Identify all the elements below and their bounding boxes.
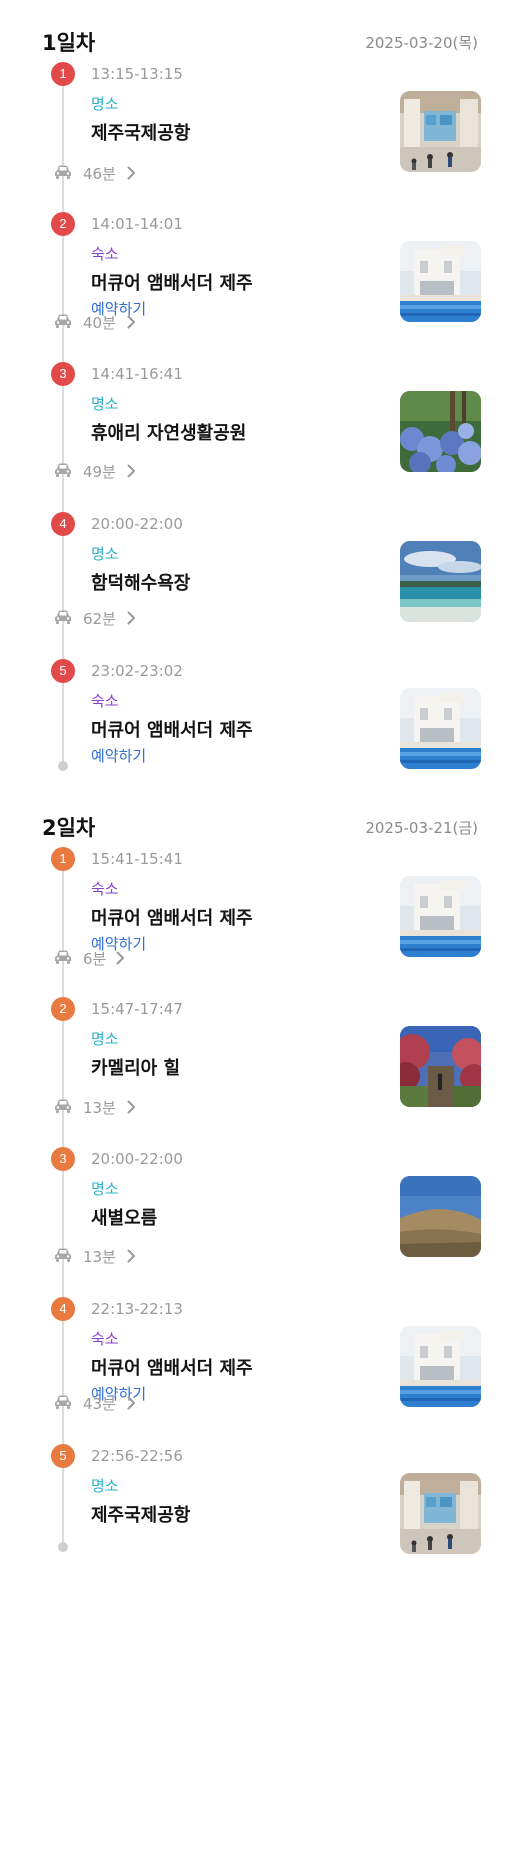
travel-segment[interactable]: 40분 [0, 310, 520, 334]
car-icon [54, 1247, 72, 1263]
travel-time: 43분 [83, 1395, 116, 1413]
day-section: 2일차 2025-03-21(금) 1 15:41-15:41 숙소 머큐어 앰배서더 제… [0, 800, 520, 1562]
stop-category: 숙소 [91, 880, 119, 898]
car-icon [54, 949, 72, 965]
car-icon [54, 1394, 72, 1410]
travel-segment[interactable]: 6분 [0, 946, 520, 970]
reserve-link[interactable]: 예약하기 [91, 745, 146, 766]
travel-time: 49분 [83, 463, 116, 481]
travel-time: 40분 [83, 314, 116, 332]
stop-number-badge: 3 [51, 362, 75, 386]
stop-name[interactable]: 새별오름 [91, 1204, 157, 1230]
itinerary-stop[interactable]: 5 23:02-23:02 숙소머큐어 앰배서더 제주예약하기 [0, 659, 520, 779]
stop-number-badge: 5 [51, 1444, 75, 1468]
stop-time: 15:47-17:47 [91, 1000, 183, 1018]
car-icon [54, 313, 72, 329]
stop-number-badge: 3 [51, 1147, 75, 1171]
timeline-end-dot [58, 761, 68, 771]
chevron-right-icon[interactable] [115, 950, 125, 965]
stop-category: 명소 [91, 1030, 119, 1048]
stop-name[interactable]: 제주국제공항 [91, 119, 190, 145]
day-title: 1일차 [42, 31, 96, 55]
stop-number-badge: 2 [51, 997, 75, 1021]
car-icon [54, 609, 72, 625]
stop-category: 숙소 [91, 1330, 119, 1348]
place-thumbnail[interactable] [400, 688, 481, 769]
place-thumbnail[interactable] [400, 1473, 481, 1554]
itinerary-stop[interactable]: 5 22:56-22:56 명소제주국제공항 [0, 1444, 520, 1564]
stop-category: 명소 [91, 1180, 119, 1198]
stop-number-badge: 5 [51, 659, 75, 683]
travel-time: 6분 [83, 950, 107, 968]
car-icon [54, 1098, 72, 1114]
stop-name[interactable]: 제주국제공항 [91, 1501, 190, 1527]
stop-time: 15:41-15:41 [91, 850, 183, 868]
timeline-end-dot [58, 1542, 68, 1552]
stop-number-badge: 4 [51, 512, 75, 536]
travel-time: 13분 [83, 1248, 116, 1266]
stop-name[interactable]: 카멜리아 힐 [91, 1054, 180, 1080]
stop-time: 22:56-22:56 [91, 1447, 183, 1465]
stop-time: 23:02-23:02 [91, 662, 183, 680]
day-date: 2025-03-20(목) [365, 34, 478, 52]
stop-category: 숙소 [91, 245, 119, 263]
stop-number-badge: 1 [51, 62, 75, 86]
chevron-right-icon[interactable] [126, 610, 136, 625]
stop-time: 14:41-16:41 [91, 365, 183, 383]
chevron-right-icon[interactable] [126, 1248, 136, 1263]
stop-name[interactable]: 휴애리 자연생활공원 [91, 419, 246, 445]
travel-segment[interactable]: 46분 [0, 161, 520, 185]
stop-time: 22:13-22:13 [91, 1300, 183, 1318]
stop-number-badge: 1 [51, 847, 75, 871]
chevron-right-icon[interactable] [126, 1099, 136, 1114]
chevron-right-icon[interactable] [126, 314, 136, 329]
day-header: 1일차 2025-03-20(목) [0, 15, 520, 59]
place-thumbnail[interactable] [400, 876, 481, 957]
stop-category: 명소 [91, 395, 119, 413]
stop-time: 14:01-14:01 [91, 215, 183, 233]
travel-segment[interactable]: 13분 [0, 1244, 520, 1268]
chevron-right-icon[interactable] [126, 165, 136, 180]
stop-name[interactable]: 머큐어 앰배서더 제주 [91, 716, 253, 742]
stop-category: 명소 [91, 545, 119, 563]
chevron-right-icon[interactable] [126, 463, 136, 478]
stop-time: 20:00-22:00 [91, 1150, 183, 1168]
stop-time: 13:15-13:15 [91, 65, 183, 83]
travel-time: 46분 [83, 165, 116, 183]
stop-number-badge: 4 [51, 1297, 75, 1321]
travel-time: 62분 [83, 610, 116, 628]
car-icon [54, 164, 72, 180]
day-section: 1일차 2025-03-20(목) 1 13:15-13:15 명소 제주국제공항 2 14… [0, 15, 520, 781]
day-title: 2일차 [42, 816, 96, 840]
travel-segment[interactable]: 43분 [0, 1391, 520, 1415]
day-header: 2일차 2025-03-21(금) [0, 800, 520, 844]
stop-time: 20:00-22:00 [91, 515, 183, 533]
travel-segment[interactable]: 13분 [0, 1095, 520, 1119]
stop-category: 명소 [91, 95, 119, 113]
stop-number-badge: 2 [51, 212, 75, 236]
travel-segment[interactable]: 62분 [0, 606, 520, 630]
place-thumbnail[interactable] [400, 91, 481, 172]
stop-category: 명소 [91, 1477, 119, 1495]
car-icon [54, 462, 72, 478]
stop-category: 숙소 [91, 692, 119, 710]
itinerary-page: 1일차 2025-03-20(목) 1 13:15-13:15 명소 제주국제공항 2 14… [0, 0, 520, 1864]
day-date: 2025-03-21(금) [365, 819, 478, 837]
stop-name[interactable]: 함덕해수욕장 [91, 569, 190, 595]
chevron-right-icon[interactable] [126, 1395, 136, 1410]
stop-name[interactable]: 머큐어 앰배서더 제주 [91, 1354, 253, 1380]
travel-segment[interactable]: 49분 [0, 459, 520, 483]
stop-name[interactable]: 머큐어 앰배서더 제주 [91, 269, 253, 295]
stop-name[interactable]: 머큐어 앰배서더 제주 [91, 904, 253, 930]
travel-time: 13분 [83, 1099, 116, 1117]
